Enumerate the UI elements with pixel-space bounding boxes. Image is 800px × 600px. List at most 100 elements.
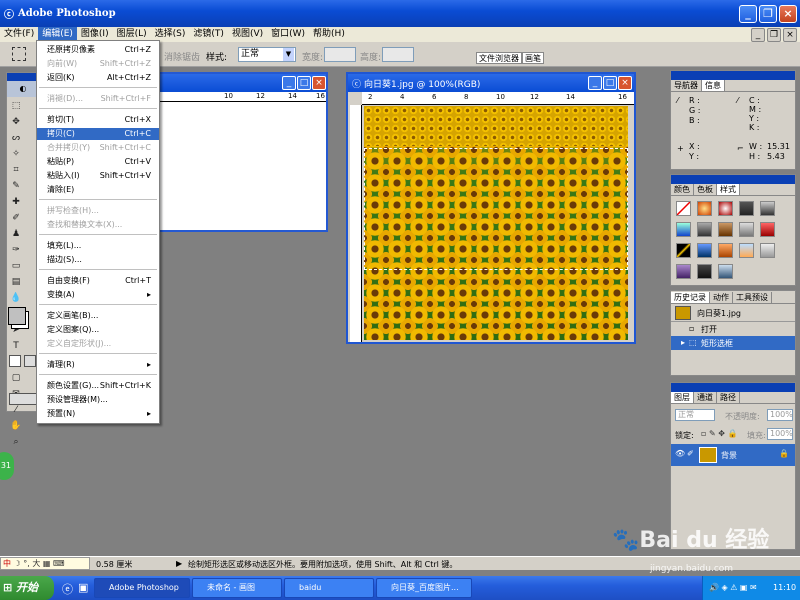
menu-item-paste[interactable]: 粘贴(P) Ctrl+V — [37, 156, 159, 168]
eye-icon[interactable]: 👁 — [675, 449, 685, 458]
marquee-icon[interactable]: ⬚ — [9, 99, 23, 113]
style-swatch[interactable] — [718, 201, 733, 216]
doc-restore-button[interactable]: ❐ — [767, 27, 781, 42]
style-swatch[interactable] — [760, 243, 775, 258]
style-swatch[interactable] — [676, 264, 691, 279]
menu-item-define-shape[interactable]: 定义自定形状(J)... — [37, 338, 159, 350]
brush-icon[interactable]: ✐ — [9, 211, 23, 225]
style-swatch[interactable] — [697, 264, 712, 279]
menu-item-undo[interactable]: 还原拷贝像素 Ctrl+Z — [37, 44, 159, 56]
untitled-title-bar[interactable]: _ □ × — [150, 74, 326, 92]
blur-icon[interactable]: 💧 — [9, 291, 23, 305]
menu-item-step-forward[interactable]: 向前(W) Shift+Ctrl+Z — [37, 58, 159, 70]
shape-icon[interactable]: ▢ — [9, 371, 23, 385]
menu-file[interactable]: 文件(F) — [0, 27, 38, 42]
marquee-tool-icon[interactable] — [12, 47, 26, 61]
opacity-input[interactable]: 100% — [767, 409, 793, 421]
tab-file-browser[interactable]: 文件浏览器 — [476, 52, 522, 64]
image-title-bar[interactable]: ⓒ 向日葵1.jpg @ 100%(RGB) _ □ × — [348, 74, 634, 92]
menu-window[interactable]: 窗口(W) — [267, 27, 309, 42]
history-step-current[interactable]: ▸ ⬚ 矩形选框 — [671, 336, 795, 350]
move-icon[interactable]: ✥ — [9, 115, 23, 129]
menu-filter[interactable]: 滤镜(T) — [189, 27, 228, 42]
menu-item-spell-check[interactable]: 拼写检查(H)... — [37, 205, 159, 217]
style-swatch[interactable] — [718, 222, 733, 237]
style-swatch[interactable] — [718, 264, 733, 279]
style-swatch[interactable] — [739, 201, 754, 216]
toolbox-handle[interactable] — [7, 73, 39, 81]
style-swatch[interactable] — [739, 222, 754, 237]
untitled-document-window[interactable]: _ □ × 10 12 14 16 — [148, 72, 328, 232]
hand-icon[interactable]: ✋ — [9, 419, 23, 433]
healing-icon[interactable]: ✚ — [9, 195, 23, 209]
foreground-color-swatch[interactable] — [8, 307, 26, 325]
info-palette-bar[interactable] — [671, 71, 795, 80]
fill-input[interactable]: 100% — [767, 428, 793, 440]
image-close-button[interactable]: × — [618, 76, 632, 90]
menu-item-preferences[interactable]: 预置(N) ▸ — [37, 408, 159, 420]
image-maximize-button[interactable]: □ — [603, 76, 617, 90]
untitled-minimize-button[interactable]: _ — [282, 76, 296, 90]
doc-minimize-button[interactable]: _ — [751, 27, 765, 42]
untitled-close-button[interactable]: × — [312, 76, 326, 90]
lasso-icon[interactable]: ᔕ — [9, 131, 23, 145]
tab-brushes[interactable]: 画笔 — [522, 52, 544, 64]
tab-swatches[interactable]: 色板 — [694, 184, 717, 195]
menu-item-color-settings[interactable]: 颜色设置(G)... Shift+Ctrl+K — [37, 380, 159, 392]
ime-toolbar[interactable]: 中 ☽ °, 大 ▦ ⌨ — [0, 557, 90, 570]
style-swatch[interactable] — [697, 201, 712, 216]
lock-icons[interactable]: ▫ ✎ ✥ 🔒 — [701, 429, 737, 438]
menu-item-preset-manager[interactable]: 预设管理器(M)... — [37, 394, 159, 406]
history-brush-icon[interactable]: ✑ — [9, 243, 23, 257]
eraser-icon[interactable]: ▭ — [9, 259, 23, 273]
tab-channels[interactable]: 通道 — [694, 392, 717, 403]
stamp-icon[interactable]: ♟ — [9, 227, 23, 241]
blend-mode-select[interactable]: 正常 — [675, 409, 715, 421]
menu-item-copy-merged[interactable]: 合并拷贝(Y) Shift+Ctrl+C — [37, 142, 159, 154]
history-step[interactable]: ▫ 打开 — [671, 322, 795, 336]
doc-close-button[interactable]: × — [783, 27, 797, 42]
style-swatch[interactable] — [676, 222, 691, 237]
ime-badge[interactable]: 31 — [0, 452, 14, 480]
style-select[interactable]: 正常 ▼ — [238, 47, 296, 62]
standard-mode-icon[interactable] — [9, 355, 21, 367]
eyedropper-icon[interactable]: ⁄ — [9, 403, 23, 417]
minimize-button[interactable]: _ — [739, 4, 757, 23]
menu-item-free-transform[interactable]: 自由变换(F) Ctrl+T — [37, 275, 159, 287]
tab-info[interactable]: 信息 — [702, 80, 725, 91]
desktop-quicklaunch-icon[interactable]: ▣ — [78, 581, 88, 594]
gradient-icon[interactable]: ▤ — [9, 275, 23, 289]
quickmask-mode-icon[interactable] — [24, 355, 36, 367]
ie-quicklaunch-icon[interactable]: ⓔ — [62, 581, 73, 597]
menu-item-find-replace[interactable]: 查找和替换文本(X)... — [37, 219, 159, 231]
tab-history[interactable]: 历史记录 — [671, 292, 710, 303]
menu-view[interactable]: 视图(V) — [228, 27, 267, 42]
menu-item-cut[interactable]: 剪切(T) Ctrl+X — [37, 114, 159, 126]
maximize-button[interactable]: ❐ — [759, 4, 777, 23]
screen-mode-icon[interactable] — [9, 393, 37, 405]
tray-icons[interactable]: 🔊 ◈ ⚠ ▣ ✉ — [709, 583, 757, 592]
width-input[interactable] — [324, 47, 356, 62]
tab-layers[interactable]: 图层 — [671, 392, 694, 403]
styles-palette-bar[interactable] — [671, 175, 795, 184]
menu-item-clear[interactable]: 清除(E) — [37, 184, 159, 196]
tab-navigator[interactable]: 导航器 — [671, 80, 702, 91]
history-snapshot[interactable]: 向日葵1.jpg — [671, 304, 795, 322]
status-arrow-icon[interactable]: ▶ — [176, 559, 182, 568]
untitled-maximize-button[interactable]: □ — [297, 76, 311, 90]
menu-item-define-pattern[interactable]: 定义图案(Q)... — [37, 324, 159, 336]
menu-item-copy[interactable]: 拷贝(C) Ctrl+C — [37, 128, 159, 140]
crop-icon[interactable]: ⌗ — [9, 163, 23, 177]
style-swatch[interactable] — [760, 201, 775, 216]
layer-row-background[interactable]: 👁 ✐ 背景 🔒 — [671, 444, 795, 466]
style-swatch[interactable] — [676, 201, 691, 216]
style-swatch[interactable] — [697, 243, 712, 258]
tab-color[interactable]: 颜色 — [671, 184, 694, 195]
menu-item-purge[interactable]: 清理(R) ▸ — [37, 359, 159, 371]
layers-palette-bar[interactable] — [671, 383, 795, 392]
height-input[interactable] — [382, 47, 414, 62]
task-baidu-folder[interactable]: baidu — [284, 578, 374, 598]
menu-help[interactable]: 帮助(H) — [309, 27, 349, 42]
menu-item-fill[interactable]: 填充(L)... — [37, 240, 159, 252]
style-swatch[interactable] — [760, 222, 775, 237]
